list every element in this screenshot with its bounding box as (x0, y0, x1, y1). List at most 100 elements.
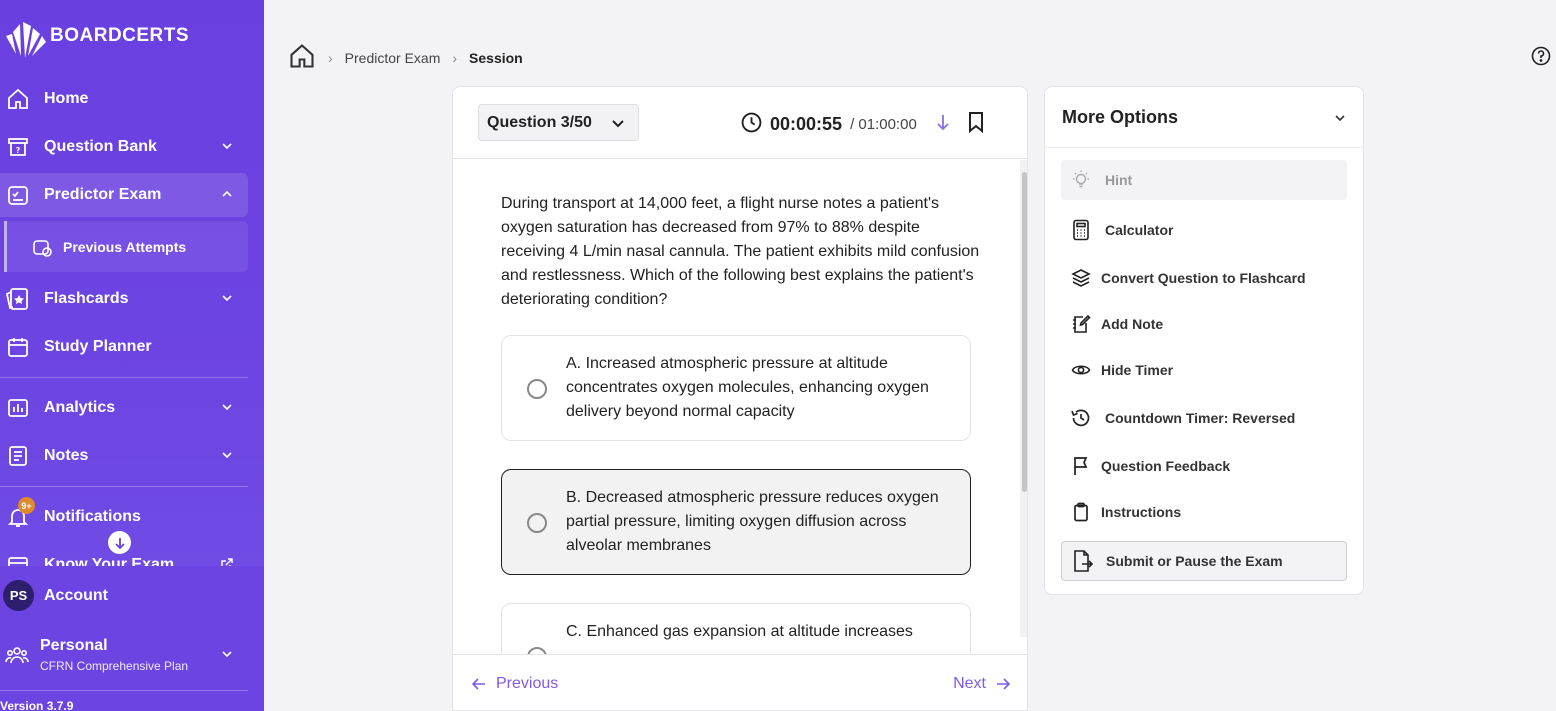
predictor-exam-icon (5, 182, 31, 208)
logo[interactable]: BOARDCERTS (4, 14, 189, 60)
calendar-icon (5, 334, 31, 360)
sidebar-divider (0, 377, 248, 378)
option-label: Hint (1105, 172, 1133, 188)
breadcrumb-predictor-exam[interactable]: Predictor Exam (345, 50, 441, 66)
add-note-button[interactable]: Add Note (1061, 304, 1347, 344)
analytics-icon (5, 395, 31, 421)
sidebar-item-analytics[interactable]: Analytics (0, 386, 248, 430)
sidebar-item-label: Notifications (44, 508, 141, 525)
answer-option-c[interactable]: C. Enhanced gas expansion at altitude in… (501, 603, 971, 655)
sidebar-item-label: Predictor Exam (44, 186, 162, 203)
clipboard-icon (1069, 500, 1093, 524)
home-icon (5, 86, 31, 112)
chevron-up-icon (220, 187, 234, 206)
help-icon[interactable] (1531, 46, 1551, 66)
question-footer: Previous Next (453, 654, 1027, 710)
avatar[interactable]: PS (3, 580, 34, 611)
arrow-left-icon (471, 678, 485, 690)
sidebar-item-label: Question Bank (44, 138, 157, 155)
more-options-header[interactable]: More Options (1045, 87, 1363, 148)
arrow-right-icon (997, 678, 1011, 690)
countdown-timer-toggle[interactable]: Countdown Timer: Reversed (1061, 398, 1347, 438)
option-label: Calculator (1105, 222, 1174, 238)
convert-to-flashcard-button[interactable]: Convert Question to Flashcard (1061, 258, 1347, 298)
arrow-down-icon (114, 537, 125, 549)
timer: 00:00:55 / 01:00:00 (741, 111, 985, 138)
hide-timer-button[interactable]: Hide Timer (1061, 350, 1347, 390)
sidebar-item-predictor-exam[interactable]: Predictor Exam (0, 173, 248, 217)
next-label: Next (953, 675, 986, 692)
sidebar-item-previous-attempts[interactable]: Previous Attempts (4, 221, 248, 272)
flashcards-icon (5, 286, 31, 312)
sidebar-divider (0, 690, 248, 691)
next-button[interactable]: Next (953, 675, 1011, 693)
chevron-right-icon: › (328, 49, 333, 66)
version-label: Version 3.7.9 (0, 699, 74, 711)
plan-title: Personal (40, 637, 108, 654)
chevron-down-icon (220, 647, 234, 666)
option-label: Add Note (1101, 316, 1164, 332)
home-icon[interactable] (288, 42, 316, 73)
question-feedback-button[interactable]: Question Feedback (1061, 446, 1347, 486)
previous-label: Previous (496, 675, 559, 692)
layers-icon (1069, 266, 1093, 290)
calculator-button[interactable]: Calculator (1061, 210, 1347, 250)
sidebar-item-notes[interactable]: Notes (0, 434, 248, 478)
scrollbar-thumb[interactable] (1022, 172, 1027, 492)
sidebar-item-study-planner[interactable]: Study Planner (0, 325, 248, 369)
option-label: Submit or Pause the Exam (1106, 553, 1283, 569)
chevron-down-icon (1333, 111, 1347, 130)
option-label: Countdown Timer: Reversed (1105, 410, 1296, 426)
scroll-down-button[interactable] (108, 531, 131, 554)
history-icon (1069, 406, 1093, 430)
breadcrumb: › Predictor Exam › Session (288, 42, 523, 73)
previous-button[interactable]: Previous (471, 675, 558, 693)
option-label: Instructions (1101, 504, 1182, 520)
plan-subtitle: CFRN Comprehensive Plan (40, 659, 189, 673)
option-label: Hide Timer (1101, 362, 1174, 378)
instructions-button[interactable]: Instructions (1061, 492, 1347, 532)
arrow-down-icon[interactable] (935, 113, 951, 136)
chevron-down-icon (220, 400, 234, 419)
chevron-down-icon (610, 115, 626, 136)
timer-total: / 01:00:00 (850, 116, 917, 133)
question-selector-label: Question 3/50 (487, 113, 592, 131)
lightbulb-icon (1069, 168, 1093, 192)
sidebar-item-label: Notes (44, 447, 89, 464)
question-body: During transport at 14,000 feet, a fligh… (453, 160, 1019, 655)
option-label: Question Feedback (1101, 458, 1231, 474)
chevron-down-icon (220, 291, 234, 310)
brand-name: BOARDCERTS (50, 25, 190, 46)
svg-text:?: ? (16, 146, 21, 155)
timer-elapsed: 00:00:55 (770, 114, 843, 134)
chevron-down-icon (220, 139, 234, 158)
sidebar-item-home[interactable]: Home (0, 77, 248, 121)
hint-button[interactable]: Hint (1061, 160, 1347, 200)
option-label: Convert Question to Flashcard (1101, 270, 1306, 286)
previous-attempts-icon (31, 236, 53, 258)
eye-icon (1069, 358, 1093, 382)
radio-button[interactable] (527, 513, 547, 533)
scrollbar[interactable] (1020, 160, 1027, 637)
radio-button[interactable] (527, 379, 547, 399)
question-text: During transport at 14,000 feet, a fligh… (501, 195, 980, 308)
notes-icon (5, 443, 31, 469)
sidebar-item-question-bank[interactable]: ? Question Bank (0, 125, 248, 169)
more-options-panel: More Options Hint Calculator Convert Que… (1044, 86, 1364, 595)
question-header: Question 3/50 00:00:55 / 01:00:00 (453, 87, 1027, 159)
edit-note-icon (1069, 312, 1093, 336)
sidebar-item-label: Flashcards (44, 290, 129, 307)
answer-text: B. Decreased atmospheric pressure reduce… (566, 489, 939, 554)
answer-text: C. Enhanced gas expansion at altitude in… (566, 623, 913, 640)
sidebar-item-flashcards[interactable]: Flashcards (0, 277, 248, 321)
submit-or-pause-button[interactable]: Submit or Pause the Exam (1061, 541, 1347, 581)
breadcrumb-current: Session (469, 49, 523, 66)
bookmark-icon[interactable] (967, 111, 985, 138)
sidebar-item-label: Study Planner (44, 338, 152, 355)
answer-option-b[interactable]: B. Decreased atmospheric pressure reduce… (501, 469, 971, 575)
answer-option-a[interactable]: A. Increased atmospheric pressure at alt… (501, 335, 971, 441)
more-options-title: More Options (1062, 107, 1178, 127)
question-selector[interactable]: Question 3/50 (478, 104, 639, 141)
boardcerts-logo-icon (6, 22, 46, 58)
account-link[interactable]: Account (44, 587, 108, 605)
